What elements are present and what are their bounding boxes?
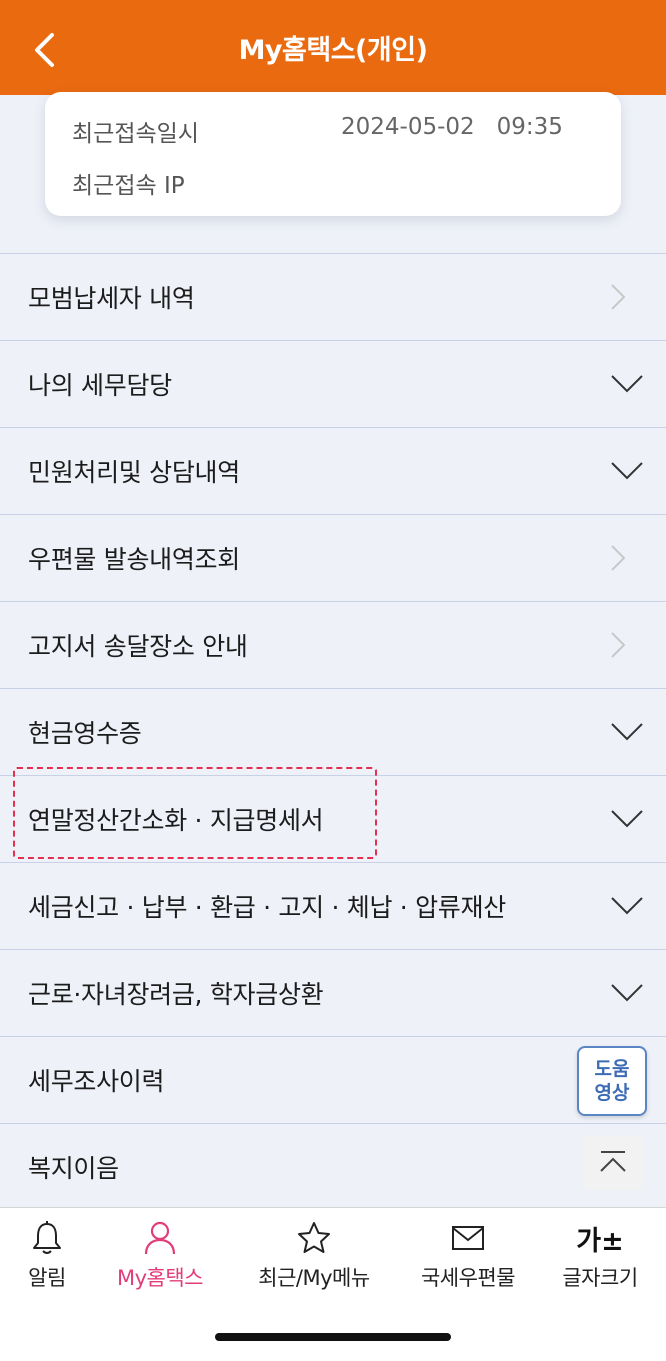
- menu-item-label: 나의 세무담당: [28, 371, 172, 400]
- text-size-icon: 가±: [576, 1225, 624, 1257]
- chevron-right-icon: [611, 284, 626, 310]
- menu-item-notice-delivery[interactable]: 고지서 송달장소 안내: [0, 601, 666, 688]
- menu-item-label: 모범납세자 내역: [28, 284, 195, 313]
- menu-item-label: 세금신고 · 납부 · 환급 · 고지 · 체납 · 압류재산: [28, 893, 506, 922]
- menu-item-label: 복지이음: [28, 1154, 119, 1183]
- menu-item-label: 고지서 송달장소 안내: [28, 632, 248, 661]
- chevron-right-icon: [611, 632, 626, 658]
- app-screen: My홈택스(개인) 최근접속일시 2024-05-02 09:35 최근접속 I…: [0, 0, 666, 1361]
- back-button[interactable]: [22, 28, 66, 72]
- menu-item-mail-history[interactable]: 우편물 발송내역조회: [0, 514, 666, 601]
- menu-item-tax-officer[interactable]: 나의 세무담당: [0, 340, 666, 427]
- menu-item-model-taxpayer[interactable]: 모범납세자 내역: [0, 253, 666, 340]
- nav-label: 알림: [28, 1266, 66, 1290]
- menu-item-year-end-settlement[interactable]: 연말정산간소화 · 지급명세서: [0, 775, 666, 862]
- menu-item-incentive-loan[interactable]: 근로·자녀장려금, 학자금상환: [0, 949, 666, 1036]
- menu-item-welfare[interactable]: 복지이음: [0, 1123, 666, 1210]
- nav-label: 글자크기: [562, 1266, 638, 1290]
- home-indicator: [215, 1333, 451, 1341]
- star-icon: [298, 1222, 330, 1253]
- scroll-top-icon: [600, 1151, 626, 1172]
- help-video-label-line1: 도움: [594, 1058, 630, 1080]
- nav-label: My홈택스: [116, 1266, 204, 1290]
- menu-item-label: 근로·자녀장려금, 학자금상환: [28, 980, 324, 1009]
- chevron-left-icon: [35, 33, 54, 67]
- nav-item-notifications[interactable]: 알림: [8, 1218, 86, 1298]
- person-icon: [144, 1221, 176, 1255]
- menu-item-label: 민원처리및 상담내역: [28, 458, 240, 487]
- last-ip-label: 최근접속 IP: [72, 173, 185, 199]
- chevron-down-icon: [611, 723, 643, 741]
- chevron-down-icon: [611, 462, 643, 480]
- menu-item-label: 현금영수증: [28, 719, 142, 748]
- menu-item-label: 우편물 발송내역조회: [28, 545, 240, 574]
- menu-item-tax-filing[interactable]: 세금신고 · 납부 · 환급 · 고지 · 체납 · 압류재산: [0, 862, 666, 949]
- chevron-right-icon: [611, 545, 626, 571]
- top-header: My홈택스(개인): [0, 0, 666, 95]
- last-access-label: 최근접속일시: [72, 121, 199, 147]
- scroll-top-button[interactable]: [583, 1136, 643, 1190]
- chevron-down-icon: [611, 375, 643, 393]
- nav-item-my-hometax[interactable]: My홈택스: [104, 1218, 216, 1298]
- menu-item-cash-receipt[interactable]: 현금영수증: [0, 688, 666, 775]
- page-title: My홈택스(개인): [238, 35, 428, 66]
- bell-icon: [33, 1221, 61, 1254]
- menu-item-label: 세무조사이력: [28, 1067, 165, 1096]
- menu-item-label: 연말정산간소화 · 지급명세서: [28, 806, 324, 835]
- menu-item-tax-audit[interactable]: 세무조사이력: [0, 1036, 666, 1123]
- last-access-value: 2024-05-02 09:35: [341, 114, 563, 140]
- chevron-down-icon: [611, 897, 643, 915]
- nav-label: 국세우편물: [420, 1266, 516, 1290]
- help-video-button[interactable]: 도움 영상: [577, 1046, 647, 1116]
- menu-item-civil-complaints[interactable]: 민원처리및 상담내역: [0, 427, 666, 514]
- nav-label: 최근/My메뉴: [258, 1266, 370, 1290]
- access-info-card: 최근접속일시 2024-05-02 09:35 최근접속 IP: [45, 92, 621, 216]
- chevron-down-icon: [611, 810, 643, 828]
- help-video-label-line2: 영상: [594, 1082, 630, 1104]
- nav-item-text-size[interactable]: 가± 글자크기: [550, 1218, 650, 1298]
- menu-list: 모범납세자 내역 나의 세무담당 민원처리및 상담내역 우편물 발송내역조회 고…: [0, 253, 666, 1210]
- chevron-down-icon: [611, 984, 643, 1002]
- nav-item-recent-menu[interactable]: 최근/My메뉴: [244, 1218, 384, 1298]
- nav-item-tax-mail[interactable]: 국세우편물: [408, 1218, 528, 1298]
- envelope-icon: [452, 1226, 484, 1250]
